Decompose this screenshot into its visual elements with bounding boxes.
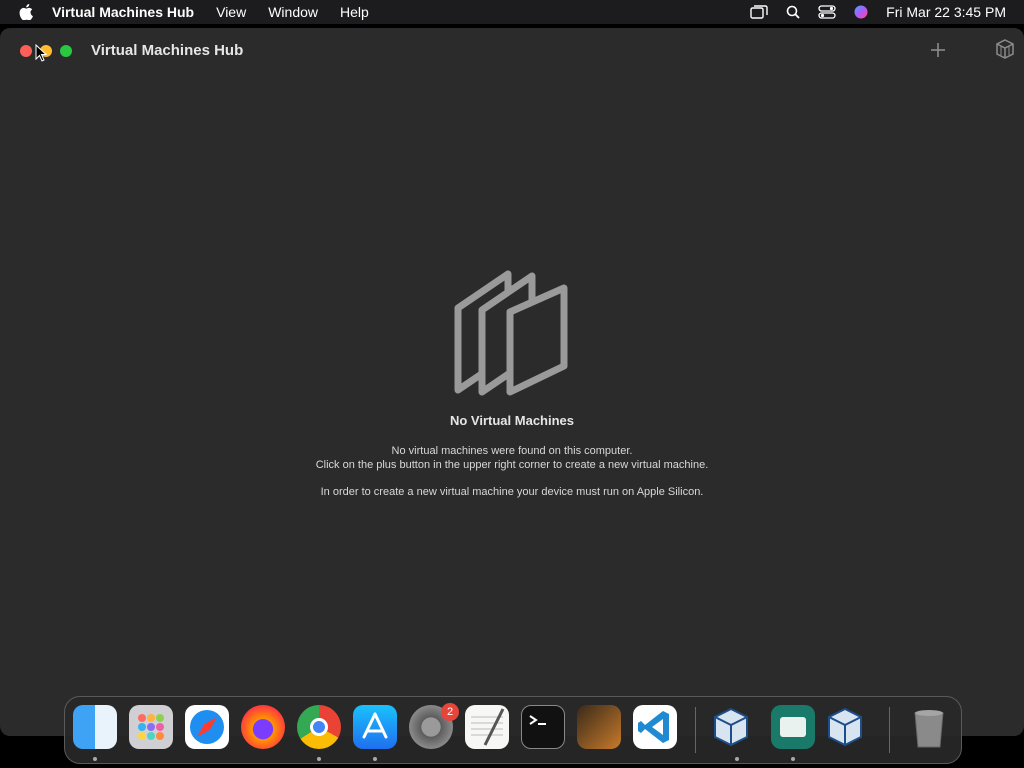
menu-view[interactable]: View (216, 4, 246, 20)
safari-icon[interactable] (185, 705, 229, 749)
plus-icon (931, 43, 945, 57)
apple-menu[interactable] (0, 4, 52, 20)
app-store-icon[interactable] (353, 705, 397, 749)
control-center-icon[interactable] (818, 5, 836, 19)
chrome-center-icon (310, 718, 328, 736)
vscode-logo-icon (638, 711, 669, 743)
launchpad-icon[interactable] (129, 705, 173, 749)
running-indicator (791, 757, 795, 761)
trash-can-icon (914, 710, 944, 748)
empty-message: No virtual machines were found on this c… (0, 444, 1024, 472)
virtualbox-cube-2-icon (828, 707, 862, 747)
textedit-icon[interactable] (465, 705, 509, 749)
launchpad-grid-icon (138, 714, 164, 740)
apple-icon (19, 4, 33, 20)
siri-icon[interactable] (854, 5, 868, 19)
close-button[interactable] (20, 45, 32, 57)
running-indicator (735, 757, 739, 761)
add-vm-button[interactable] (926, 38, 950, 62)
search-icon[interactable] (786, 5, 800, 19)
dock (64, 696, 962, 764)
chrome-icon[interactable] (297, 705, 341, 749)
firefox-icon[interactable] (241, 705, 285, 749)
dock-separator (889, 707, 890, 753)
empty-state: No Virtual Machines No virtual machines … (0, 268, 1024, 498)
vm-stack-icon (454, 270, 568, 396)
status-area: Fri Mar 22 3:45 PM (750, 0, 1006, 24)
menu-clock[interactable]: Fri Mar 22 3:45 PM (886, 4, 1006, 20)
drawer-icon (780, 717, 806, 737)
screen-mirror-icon[interactable] (750, 5, 768, 19)
prompt-icon (529, 715, 546, 725)
running-indicator (317, 757, 321, 761)
empty-title: No Virtual Machines (449, 413, 574, 428)
running-indicator (93, 757, 97, 761)
virtualbox-icon[interactable] (709, 705, 753, 749)
empty-line-3: In order to create a new virtual machine… (320, 486, 704, 498)
empty-line-2: Click on the plus button in the upper ri… (315, 459, 709, 471)
menu-help[interactable]: Help (340, 4, 369, 20)
unknown-green-app-icon[interactable] (771, 705, 815, 749)
vscode-icon[interactable] (633, 705, 677, 749)
cube-icon (996, 39, 1014, 59)
vm-library-button[interactable] (994, 38, 1018, 62)
menu-window[interactable]: Window (268, 4, 318, 20)
finder-icon[interactable] (73, 705, 117, 749)
terminal-icon[interactable] (521, 705, 565, 749)
dock-separator (695, 707, 696, 753)
menu-bar: Virtual Machines Hub View Window Help Fr… (0, 0, 1024, 24)
mouse-cursor-icon (35, 44, 47, 62)
settings-badge: 2 (441, 703, 459, 721)
garageband-icon[interactable] (577, 705, 621, 749)
compass-icon (190, 710, 224, 744)
running-indicator (373, 757, 377, 761)
main-window: Virtual Machines Hub No Virtual Machines (0, 28, 1024, 736)
zoom-button[interactable] (60, 45, 72, 57)
virtualbox-cube-icon (714, 707, 748, 747)
title-bar: Virtual Machines Hub (0, 28, 1024, 74)
trash-icon[interactable] (907, 705, 951, 749)
menu-app-name[interactable]: Virtual Machines Hub (52, 4, 194, 20)
empty-line-1: No virtual machines were found on this c… (391, 445, 633, 457)
pen-icon (471, 708, 505, 746)
virtualbox-2-icon[interactable] (823, 705, 867, 749)
window-title: Virtual Machines Hub (91, 42, 244, 59)
app-store-a-icon (362, 712, 388, 739)
